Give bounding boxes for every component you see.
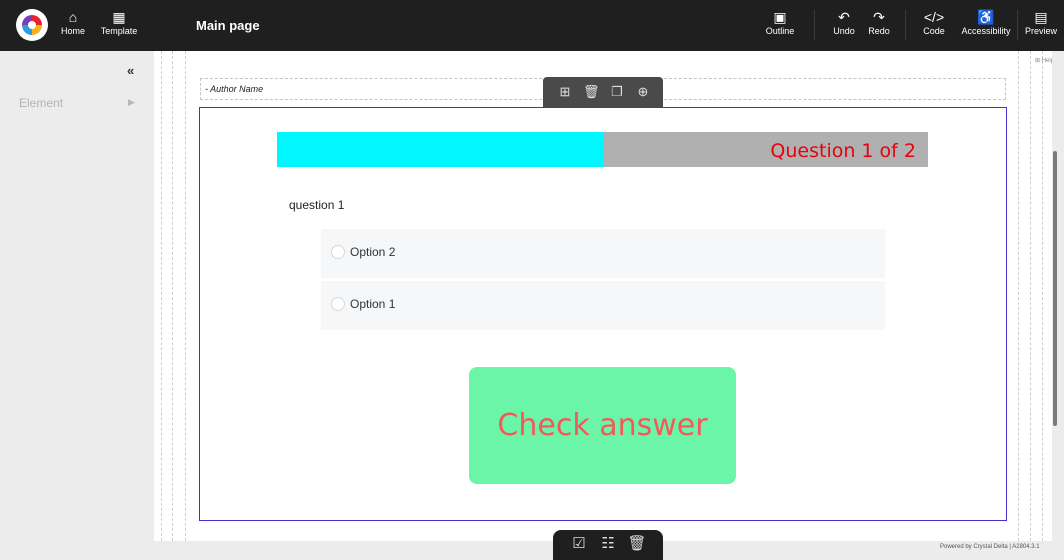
chevron-right-icon[interactable]: ▶: [128, 97, 135, 108]
editor-canvas: - Author Name ⊞ 🗑 ❐ ⊕ Question 1 of 2 qu…: [154, 51, 1052, 541]
option-label: Option 2: [350, 245, 396, 259]
add-icon[interactable]: ⊞: [557, 84, 573, 100]
guide-line: [185, 51, 186, 541]
redo-button[interactable]: ↷ Redo: [867, 8, 891, 36]
progress-fill: [277, 132, 603, 167]
home-button[interactable]: ⌂ Home: [60, 8, 86, 36]
move-up-icon[interactable]: ⊕: [635, 84, 651, 100]
checklist-icon[interactable]: ☷: [598, 534, 618, 554]
answer-option[interactable]: Option 2: [321, 229, 885, 278]
preview-button[interactable]: ▤ Preview: [1023, 8, 1059, 36]
version-text: A2804.3.1: [1012, 544, 1040, 550]
outline-button[interactable]: ▣ Outline: [764, 8, 796, 36]
logo-center: [28, 21, 36, 29]
author-name: - Author Name: [205, 84, 264, 94]
divider: [1017, 10, 1018, 40]
undo-button[interactable]: ↶ Undo: [832, 8, 856, 36]
accessibility-button[interactable]: ♿ Accessibility: [960, 8, 1012, 36]
radio-button[interactable]: [331, 245, 345, 259]
powered-by-text: Powered by Crystal Delta: [940, 544, 1008, 550]
help-icon: ⊞: [1035, 58, 1042, 64]
copy-icon[interactable]: ❐: [609, 84, 625, 100]
template-button[interactable]: ▦ Template: [100, 8, 138, 36]
outline-label: Outline: [765, 26, 795, 36]
element-toolbar: ⊞ 🗑 ❐ ⊕: [543, 77, 663, 107]
guide-line: [1030, 51, 1031, 541]
code-label: Code: [923, 26, 945, 36]
code-button[interactable]: </> Code: [922, 8, 946, 36]
sidebar-item-element[interactable]: Element: [19, 96, 63, 110]
outline-icon: ▣: [773, 9, 787, 25]
preview-label: Preview: [1024, 26, 1057, 36]
undo-icon: ↶: [838, 9, 850, 25]
guide-line: [1018, 51, 1019, 541]
code-icon: </>: [923, 9, 945, 25]
question-text: question 1: [289, 198, 345, 212]
divider: [905, 10, 906, 40]
guide-line: [161, 51, 162, 541]
guide-line: [1042, 51, 1043, 541]
top-bar: ⌂ Home ▦ Template Main page ▣ Outline ↶ …: [0, 0, 1064, 51]
bottom-toolbar: ☑ ☷ 🗑: [553, 530, 663, 560]
collapse-sidebar-icon[interactable]: «: [127, 63, 134, 78]
quiz-block[interactable]: Question 1 of 2 question 1 Option 2 Opti…: [199, 107, 1007, 521]
redo-label: Redo: [868, 26, 890, 36]
scrollbar[interactable]: [1052, 51, 1064, 541]
divider: [814, 10, 815, 40]
scrollbar-thumb[interactable]: [1053, 151, 1057, 426]
app-logo[interactable]: [16, 9, 48, 41]
undo-label: Undo: [833, 26, 855, 36]
page-title: Main page: [196, 18, 260, 33]
guide-line: [172, 51, 173, 541]
progress-text: Question 1 of 2: [770, 140, 916, 162]
redo-icon: ↷: [873, 9, 885, 25]
preview-icon: ▤: [1034, 9, 1048, 25]
home-icon: ⌂: [68, 9, 78, 25]
check-answer-button[interactable]: Check answer: [469, 367, 736, 484]
accessibility-icon: ♿: [977, 9, 995, 25]
trash-icon[interactable]: 🗑: [583, 84, 600, 100]
radio-button[interactable]: [331, 297, 345, 311]
progress-bar: Question 1 of 2: [277, 132, 928, 167]
accessibility-label: Accessibility: [961, 26, 1011, 36]
template-label: Template: [100, 26, 138, 36]
option-label: Option 1: [350, 297, 396, 311]
answer-option[interactable]: Option 1: [321, 281, 885, 330]
home-label: Home: [60, 26, 85, 36]
validate-page-icon[interactable]: ☑: [569, 534, 589, 554]
footer: Powered by Crystal Delta | A2804.3.1: [940, 544, 1040, 550]
template-icon: ▦: [112, 9, 126, 25]
trash-icon[interactable]: 🗑: [627, 534, 647, 554]
sidebar: « Element ▶: [0, 51, 150, 560]
